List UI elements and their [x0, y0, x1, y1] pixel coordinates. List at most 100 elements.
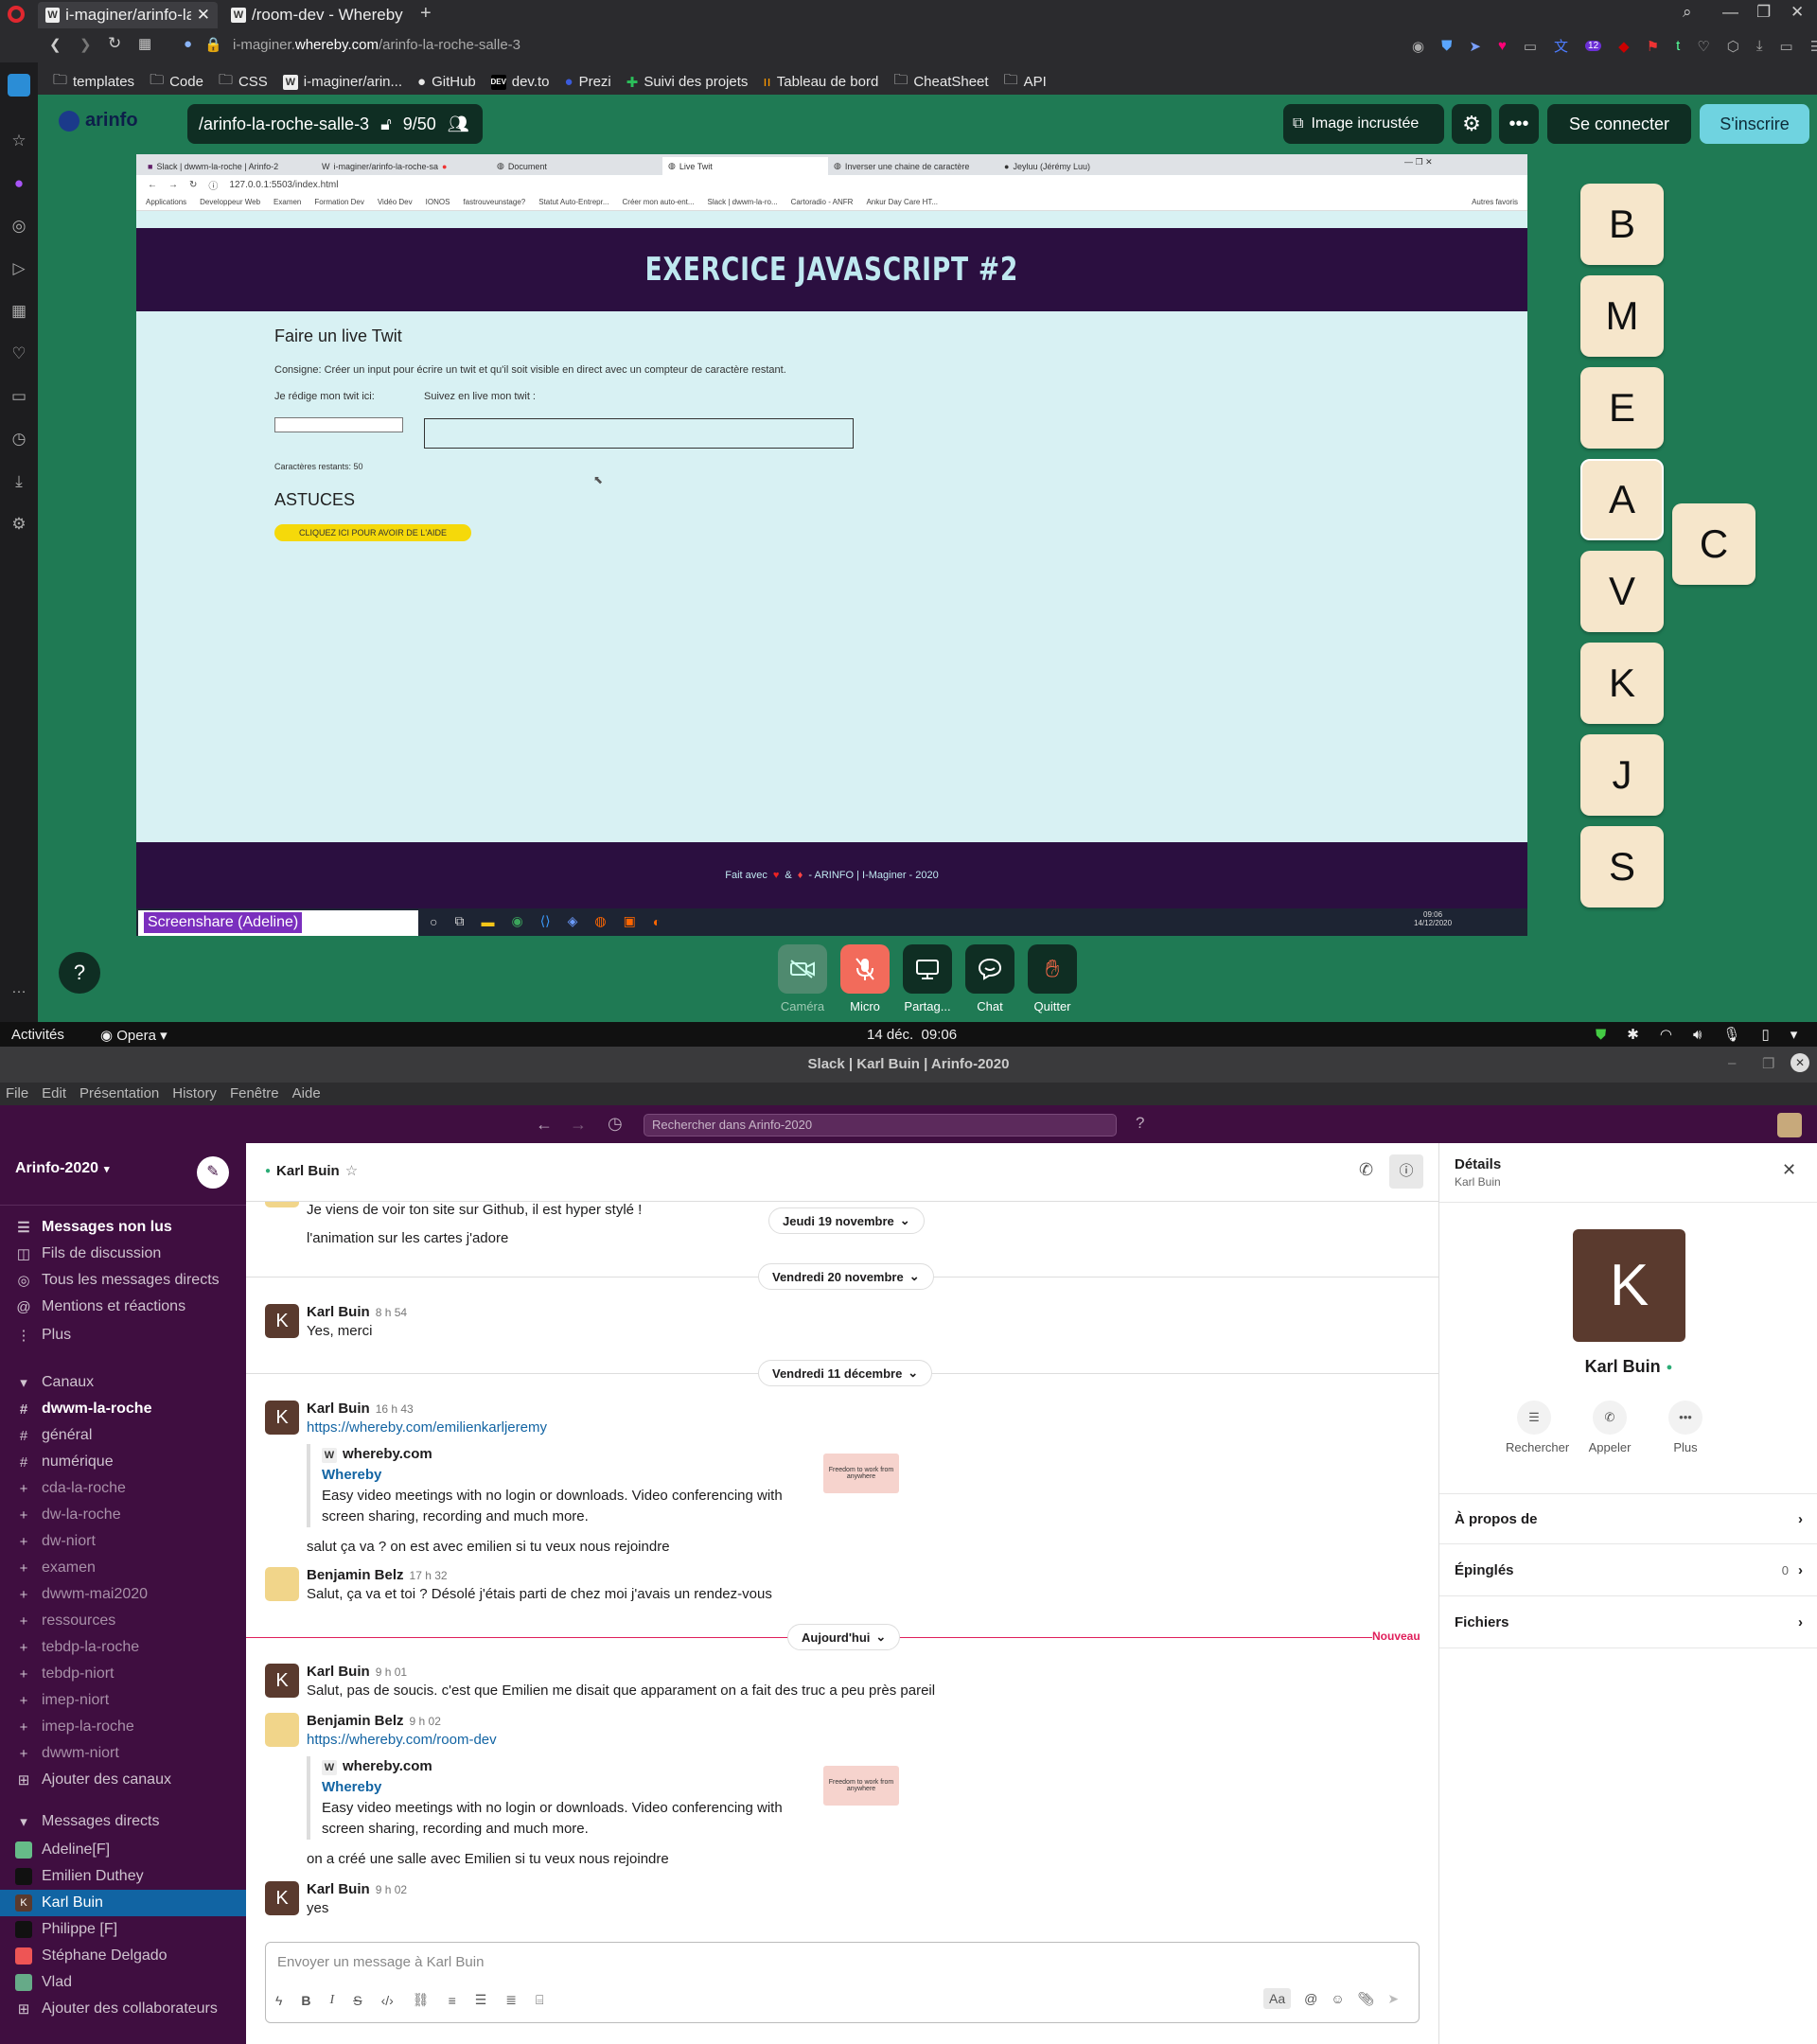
message-author[interactable]: Benjamin Belz: [307, 1567, 404, 1583]
download-icon[interactable]: ⤓: [1756, 38, 1763, 54]
menu-history[interactable]: History: [172, 1085, 217, 1101]
unfurl-thumbnail[interactable]: Freedom to work from anywhere: [823, 1766, 899, 1806]
dm-item[interactable]: Philippe [F]: [0, 1916, 246, 1943]
format-toggle-icon[interactable]: Aa: [1263, 1988, 1292, 2009]
mention-icon[interactable]: @: [1304, 1991, 1317, 2006]
browser-tab-active[interactable]: W i-maginer/arinfo-la-r ✕: [38, 2, 218, 28]
channel-item[interactable]: # général: [0, 1422, 246, 1449]
unfurl-title-link[interactable]: Whereby: [322, 1777, 789, 1798]
search-tabs-icon[interactable]: ⌕: [1683, 3, 1692, 22]
nav-threads[interactable]: ◫ Fils de discussion: [0, 1241, 246, 1267]
tabs-icon[interactable]: ▭: [0, 375, 38, 417]
shield-icon[interactable]: ⛊: [1441, 38, 1452, 54]
new-tab-icon[interactable]: +: [420, 3, 432, 25]
participant-tile[interactable]: V: [1580, 551, 1664, 632]
participant-tile[interactable]: S: [1580, 826, 1664, 907]
bookmark-templates[interactable]: 🗀 templates: [53, 70, 134, 94]
channel-item[interactable]: + cda-la-roche: [0, 1475, 246, 1502]
dm-item[interactable]: Adeline[F]: [0, 1837, 246, 1863]
leave-control[interactable]: ✋︎ Quitter: [1026, 944, 1079, 1013]
about-row[interactable]: À propos de ›: [1439, 1493, 1817, 1544]
nav-unreads[interactable]: ☰ Messages non lus: [0, 1214, 246, 1241]
message-time[interactable]: 9 h 02: [410, 1715, 441, 1728]
participant-tile[interactable]: J: [1580, 734, 1664, 816]
message-link[interactable]: https://whereby.com/emilienkarljeremy: [307, 1419, 547, 1436]
reload-icon[interactable]: ↻: [108, 34, 121, 53]
messenger-icon[interactable]: ●: [0, 162, 38, 204]
mic-icon[interactable]: 🎙︎: [1722, 1026, 1740, 1043]
unlock-icon[interactable]: 🔓︎: [380, 115, 392, 134]
dm-section[interactable]: ▾ Messages directs: [0, 1808, 246, 1835]
info-icon[interactable]: ⓘ: [1389, 1154, 1423, 1189]
camera-icon[interactable]: ◉: [1412, 38, 1424, 55]
pinned-row[interactable]: Épinglés 0 ›: [1439, 1545, 1817, 1596]
code-icon[interactable]: ‹/›: [381, 1993, 394, 2008]
tumblr-icon[interactable]: t: [1676, 38, 1680, 54]
emoji-icon[interactable]: ☺: [1331, 1991, 1344, 2006]
room-info[interactable]: /arinfo-la-roche-salle-3 🔓︎ 9/50 👥︎: [187, 104, 483, 144]
minimize-icon[interactable]: –: [1728, 1055, 1736, 1071]
avatar[interactable]: [1777, 1113, 1802, 1137]
wifi-icon[interactable]: ◠: [1660, 1026, 1672, 1043]
message-author[interactable]: Karl Buin: [307, 1881, 370, 1897]
unfurl-title-link[interactable]: Whereby: [322, 1465, 789, 1486]
channel-item[interactable]: + dw-la-roche: [0, 1502, 246, 1528]
translate-icon[interactable]: 文: [1554, 36, 1568, 56]
message-author[interactable]: Karl Buin: [307, 1401, 370, 1417]
message-link[interactable]: https://whereby.com/room-dev: [307, 1732, 497, 1748]
back-icon[interactable]: ←: [536, 1115, 553, 1135]
heart-icon[interactable]: ♡: [0, 332, 38, 375]
strikethrough-icon[interactable]: S: [353, 1993, 362, 2008]
send-icon[interactable]: ➤: [1469, 38, 1481, 55]
heart-icon[interactable]: ♥: [1498, 38, 1507, 54]
back-icon[interactable]: ❮: [49, 36, 62, 53]
menu-view[interactable]: Présentation: [79, 1085, 159, 1101]
message-time[interactable]: 8 h 54: [376, 1306, 407, 1319]
message-time[interactable]: 9 h 01: [376, 1665, 407, 1679]
more-icon[interactable]: …: [11, 980, 26, 997]
history-icon[interactable]: ◷: [608, 1114, 623, 1134]
channel-item[interactable]: + ressources: [0, 1608, 246, 1634]
browser-tab[interactable]: W /room-dev - Whereby: [223, 2, 413, 28]
bookmark-cheatsheet[interactable]: 🗀 CheatSheet: [893, 70, 988, 94]
forward-icon[interactable]: ❯: [79, 36, 92, 53]
bold-icon[interactable]: B: [301, 1993, 310, 2008]
date-divider[interactable]: Aujourd'hui ⌄: [787, 1624, 901, 1650]
bookmark-devto[interactable]: DEV dev.to: [491, 74, 550, 90]
activities-button[interactable]: Activités: [11, 1027, 64, 1043]
channel-item[interactable]: + tebdp-la-roche: [0, 1634, 246, 1661]
compose-icon[interactable]: ✎: [197, 1156, 229, 1189]
channel-item[interactable]: + dwwm-mai2020: [0, 1581, 246, 1608]
dm-item[interactable]: Stéphane Delgado: [0, 1943, 246, 1969]
battery-icon[interactable]: ▭: [1780, 38, 1793, 55]
history-icon[interactable]: ◷: [0, 417, 38, 460]
login-button[interactable]: Se connecter: [1547, 104, 1691, 144]
opera-logo-icon[interactable]: [8, 6, 25, 23]
send-icon[interactable]: ➤: [1387, 1991, 1399, 2007]
link-icon[interactable]: ⛓: [413, 1992, 430, 2008]
close-icon[interactable]: ✕: [1782, 1160, 1796, 1180]
pocket-icon[interactable]: ♡: [1697, 38, 1709, 55]
chat-control[interactable]: Chat: [963, 944, 1016, 1013]
bookmark-css[interactable]: 🗀 CSS: [219, 70, 268, 94]
volume-icon[interactable]: 🔊︎: [1693, 1027, 1702, 1043]
shield-icon[interactable]: ⛊: [1596, 1027, 1606, 1043]
dm-item[interactable]: Vlad: [0, 1969, 246, 1996]
message-author[interactable]: Karl Buin: [307, 1304, 370, 1320]
participant-tile[interactable]: A: [1580, 459, 1664, 540]
nav-mentions[interactable]: @ Mentions et réactions: [0, 1294, 246, 1320]
power-menu-icon[interactable]: ▾: [1791, 1026, 1798, 1043]
phone-icon[interactable]: ✆: [1359, 1160, 1373, 1180]
date-divider[interactable]: Vendredi 11 décembre ⌄: [758, 1360, 933, 1386]
channels-section[interactable]: ▾ Canaux: [0, 1369, 246, 1396]
flag-icon[interactable]: ⚑: [1647, 38, 1659, 55]
bookmark-prezi[interactable]: ● Prezi: [565, 74, 611, 90]
restore-icon[interactable]: ❐: [1756, 3, 1771, 22]
close-window-icon[interactable]: ✕: [1791, 3, 1804, 22]
channel-item[interactable]: + dwwm-niort: [0, 1740, 246, 1767]
grid-icon[interactable]: ▦: [0, 290, 38, 332]
camera-control[interactable]: Caméra: [776, 944, 829, 1013]
details-call-action[interactable]: ✆ Appeler: [1581, 1401, 1638, 1454]
blockquote-icon[interactable]: ≣: [505, 1992, 517, 2008]
channel-item[interactable]: + examen: [0, 1555, 246, 1581]
